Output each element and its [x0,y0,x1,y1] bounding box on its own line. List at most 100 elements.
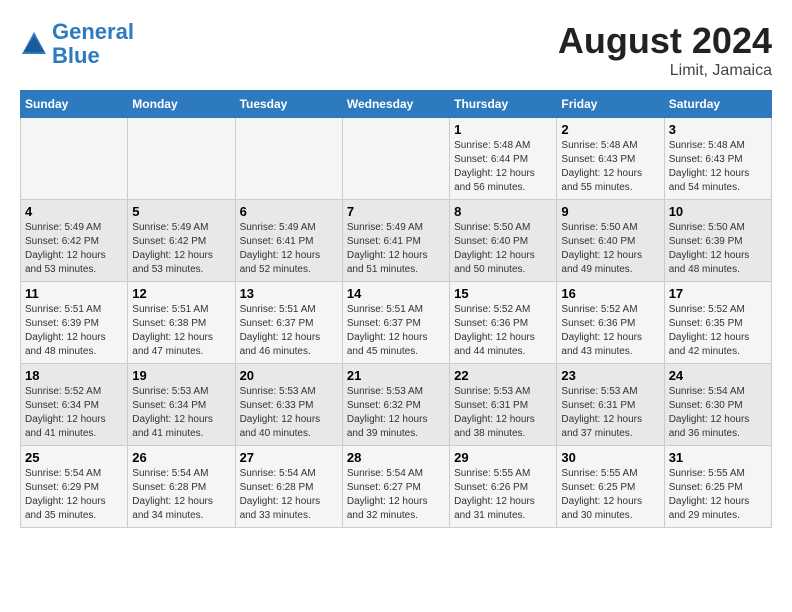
weekday-header: Saturday [664,91,771,118]
calendar-day-cell: 21 Sunrise: 5:53 AM Sunset: 6:32 PM Dayli… [342,364,449,446]
day-info: Sunrise: 5:48 AM Sunset: 6:43 PM Dayligh… [561,139,659,195]
day-info: Sunrise: 5:49 AM Sunset: 6:41 PM Dayligh… [347,221,445,277]
day-info: Sunrise: 5:54 AM Sunset: 6:28 PM Dayligh… [240,467,338,523]
logo-text: General Blue [52,20,134,68]
day-info: Sunrise: 5:54 AM Sunset: 6:27 PM Dayligh… [347,467,445,523]
weekday-header: Friday [557,91,664,118]
day-number: 3 [669,122,767,137]
calendar-day-cell: 28 Sunrise: 5:54 AM Sunset: 6:27 PM Dayli… [342,446,449,528]
weekday-header: Monday [128,91,235,118]
page-header: General Blue August 2024 Limit, Jamaica [20,20,772,80]
calendar-day-cell [128,118,235,200]
day-info: Sunrise: 5:51 AM Sunset: 6:37 PM Dayligh… [347,303,445,359]
calendar-day-cell: 16 Sunrise: 5:52 AM Sunset: 6:36 PM Dayli… [557,282,664,364]
calendar-day-cell: 4 Sunrise: 5:49 AM Sunset: 6:42 PM Daylig… [21,200,128,282]
calendar-day-cell: 20Sunrise: 5:53 AM Sunset: 6:33 PM Dayli… [235,364,342,446]
logo-icon [20,30,48,58]
day-info: Sunrise: 5:49 AM Sunset: 6:41 PM Dayligh… [240,221,338,277]
calendar-day-cell: 27 Sunrise: 5:54 AM Sunset: 6:28 PM Dayli… [235,446,342,528]
month-year: August 2024 [558,20,772,62]
weekday-header: Thursday [450,91,557,118]
day-number: 15 [454,286,552,301]
day-info: Sunrise: 5:54 AM Sunset: 6:28 PM Dayligh… [132,467,230,523]
calendar-day-cell: 26 Sunrise: 5:54 AM Sunset: 6:28 PM Dayli… [128,446,235,528]
title-area: August 2024 Limit, Jamaica [558,20,772,80]
calendar-day-cell: 13 Sunrise: 5:51 AM Sunset: 6:37 PM Dayli… [235,282,342,364]
day-number: 28 [347,450,445,465]
day-number: 4 [25,204,123,219]
calendar-week-row: 1 Sunrise: 5:48 AM Sunset: 6:44 PM Daylig… [21,118,772,200]
weekday-header: Wednesday [342,91,449,118]
calendar-day-cell: 23 Sunrise: 5:53 AM Sunset: 6:31 PM Dayli… [557,364,664,446]
calendar-day-cell: 7Sunrise: 5:49 AM Sunset: 6:41 PM Daylig… [342,200,449,282]
calendar-day-cell: 14 Sunrise: 5:51 AM Sunset: 6:37 PM Dayli… [342,282,449,364]
logo-line2: Blue [52,43,100,68]
location: Limit, Jamaica [558,62,772,80]
calendar-day-cell: 1 Sunrise: 5:48 AM Sunset: 6:44 PM Daylig… [450,118,557,200]
calendar-day-cell: 5 Sunrise: 5:49 AM Sunset: 6:42 PM Daylig… [128,200,235,282]
calendar-day-cell: 10 Sunrise: 5:50 AM Sunset: 6:39 PM Dayli… [664,200,771,282]
calendar-day-cell: 24 Sunrise: 5:54 AM Sunset: 6:30 PM Dayli… [664,364,771,446]
day-info: Sunrise: 5:55 AM Sunset: 6:25 PM Dayligh… [561,467,659,523]
day-info: Sunrise: 5:50 AM Sunset: 6:40 PM Dayligh… [561,221,659,277]
calendar-week-row: 11Sunrise: 5:51 AM Sunset: 6:39 PM Dayli… [21,282,772,364]
day-info: Sunrise: 5:53 AM Sunset: 6:31 PM Dayligh… [454,385,552,441]
day-info: Sunrise: 5:50 AM Sunset: 6:39 PM Dayligh… [669,221,767,277]
day-number: 27 [240,450,338,465]
weekday-header: Sunday [21,91,128,118]
day-number: 5 [132,204,230,219]
calendar-day-cell: 3 Sunrise: 5:48 AM Sunset: 6:43 PM Daylig… [664,118,771,200]
day-number: 31 [669,450,767,465]
day-info: Sunrise: 5:53 AM Sunset: 6:32 PM Dayligh… [347,385,445,441]
day-info: Sunrise: 5:55 AM Sunset: 6:26 PM Dayligh… [454,467,552,523]
day-number: 11 [25,286,123,301]
calendar-week-row: 18Sunrise: 5:52 AM Sunset: 6:34 PM Dayli… [21,364,772,446]
calendar-day-cell: 8Sunrise: 5:50 AM Sunset: 6:40 PM Daylig… [450,200,557,282]
day-number: 6 [240,204,338,219]
logo-line1: General [52,19,134,44]
calendar-day-cell: 29 Sunrise: 5:55 AM Sunset: 6:26 PM Dayli… [450,446,557,528]
day-number: 2 [561,122,659,137]
day-info: Sunrise: 5:54 AM Sunset: 6:29 PM Dayligh… [25,467,123,523]
day-info: Sunrise: 5:48 AM Sunset: 6:43 PM Dayligh… [669,139,767,195]
day-info: Sunrise: 5:52 AM Sunset: 6:36 PM Dayligh… [561,303,659,359]
day-number: 13 [240,286,338,301]
calendar-day-cell: 30 Sunrise: 5:55 AM Sunset: 6:25 PM Dayli… [557,446,664,528]
day-number: 30 [561,450,659,465]
calendar-day-cell: 25Sunrise: 5:54 AM Sunset: 6:29 PM Dayli… [21,446,128,528]
day-info: Sunrise: 5:50 AM Sunset: 6:40 PM Dayligh… [454,221,552,277]
calendar-day-cell: 2 Sunrise: 5:48 AM Sunset: 6:43 PM Daylig… [557,118,664,200]
weekday-header: Tuesday [235,91,342,118]
day-number: 17 [669,286,767,301]
day-number: 24 [669,368,767,383]
day-info: Sunrise: 5:49 AM Sunset: 6:42 PM Dayligh… [25,221,123,277]
day-info: Sunrise: 5:52 AM Sunset: 6:36 PM Dayligh… [454,303,552,359]
day-info: Sunrise: 5:54 AM Sunset: 6:30 PM Dayligh… [669,385,767,441]
weekday-header-row: SundayMondayTuesdayWednesdayThursdayFrid… [21,91,772,118]
day-info: Sunrise: 5:51 AM Sunset: 6:37 PM Dayligh… [240,303,338,359]
day-number: 26 [132,450,230,465]
calendar-day-cell: 6 Sunrise: 5:49 AM Sunset: 6:41 PM Daylig… [235,200,342,282]
day-number: 29 [454,450,552,465]
calendar-day-cell: 12Sunrise: 5:51 AM Sunset: 6:38 PM Dayli… [128,282,235,364]
calendar-day-cell: 15 Sunrise: 5:52 AM Sunset: 6:36 PM Dayli… [450,282,557,364]
day-info: Sunrise: 5:51 AM Sunset: 6:38 PM Dayligh… [132,303,230,359]
day-number: 21 [347,368,445,383]
day-number: 10 [669,204,767,219]
day-info: Sunrise: 5:49 AM Sunset: 6:42 PM Dayligh… [132,221,230,277]
calendar-day-cell: 17Sunrise: 5:52 AM Sunset: 6:35 PM Dayli… [664,282,771,364]
calendar-day-cell: 9 Sunrise: 5:50 AM Sunset: 6:40 PM Daylig… [557,200,664,282]
day-number: 23 [561,368,659,383]
calendar-day-cell: 31 Sunrise: 5:55 AM Sunset: 6:25 PM Dayli… [664,446,771,528]
day-number: 9 [561,204,659,219]
day-info: Sunrise: 5:53 AM Sunset: 6:31 PM Dayligh… [561,385,659,441]
day-number: 14 [347,286,445,301]
calendar-day-cell [235,118,342,200]
day-info: Sunrise: 5:55 AM Sunset: 6:25 PM Dayligh… [669,467,767,523]
day-number: 16 [561,286,659,301]
day-number: 1 [454,122,552,137]
day-info: Sunrise: 5:48 AM Sunset: 6:44 PM Dayligh… [454,139,552,195]
day-number: 22 [454,368,552,383]
logo: General Blue [20,20,134,68]
calendar-day-cell [342,118,449,200]
